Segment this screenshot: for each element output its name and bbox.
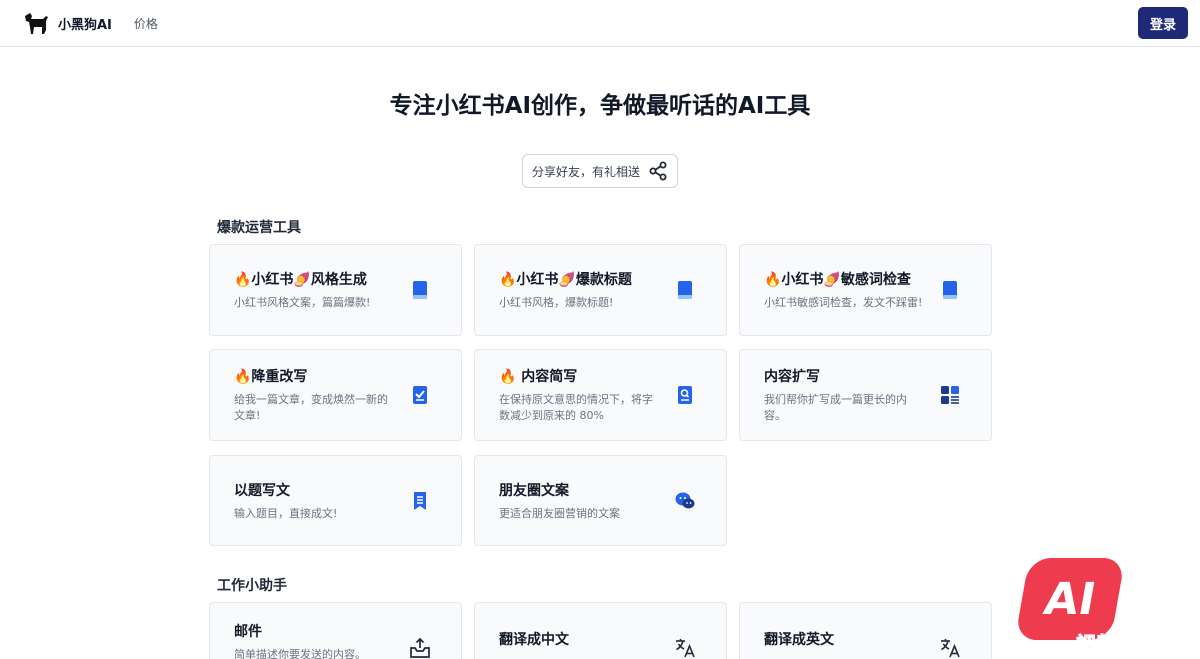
card-desc: 更适合朋友圈营销的文案 <box>499 506 620 520</box>
tool-card-rewrite[interactable]: 🔥降重改写 给我一篇文章，变成焕然一新的文章! <box>209 349 462 441</box>
card-title: 翻译成中文 <box>499 632 569 648</box>
card-title: 内容扩写 <box>764 369 820 385</box>
black-dog-logo-icon <box>25 13 48 34</box>
brand[interactable]: 小黑狗AI <box>22 10 112 36</box>
card-title: 翻译成英文 <box>764 632 834 648</box>
translate-icon <box>676 639 695 658</box>
card-desc: 简单描述你要发送的内容。 <box>234 648 366 659</box>
tool-card-email[interactable]: 邮件 简单描述你要发送的内容。 <box>209 602 462 659</box>
tool-card-translate-zh[interactable]: 翻译成中文 <box>474 602 727 659</box>
section-title-hot-tools: 爆款运营工具 <box>217 220 301 236</box>
card-title: 🔥降重改写 <box>234 369 308 385</box>
card-desc: 在保持原文意思的情况下，将字数减少到原来的 80% <box>499 393 653 422</box>
card-title: 🔥小红书🍠爆款标题 <box>499 272 632 288</box>
chat-bubbles-icon <box>675 492 695 508</box>
book-icon <box>413 281 427 299</box>
card-desc: 给我一篇文章，变成焕然一新的文章! <box>234 393 388 422</box>
tool-card-moments[interactable]: 朋友圈文案 更适合朋友圈营销的文案 <box>474 455 727 546</box>
card-desc: 输入题目，直接成文! <box>234 506 338 520</box>
tool-card-xhs-title[interactable]: 🔥小红书🍠爆款标题 小红书风格，爆款标题! <box>474 244 727 336</box>
watermark-text: 视频贴吧 <box>1076 632 1157 657</box>
page-title: 专注小红书AI创作，争做最听话的AI工具 <box>389 93 811 119</box>
tool-card-translate-en[interactable]: 翻译成英文 <box>739 602 992 659</box>
card-title: 🔥小红书🍠风格生成 <box>234 272 367 288</box>
tool-card-condense[interactable]: 🔥 内容简写 在保持原文意思的情况下，将字数减少到原来的 80% <box>474 349 727 441</box>
top-navbar: 小黑狗AI 价格 登录 <box>0 0 1200 47</box>
nav-link-pricing[interactable]: 价格 <box>134 15 158 32</box>
card-desc: 小红书敏感词检查，发文不踩雷! <box>764 296 923 309</box>
section-title-work-assistant: 工作小助手 <box>217 578 287 594</box>
card-desc: 我们帮你扩写成一篇更长的内容。 <box>764 393 907 422</box>
card-desc: 小红书风格文案，篇篇爆款! <box>234 296 371 309</box>
share-label: 分享好友，有礼相送 <box>531 164 640 179</box>
share-icon <box>649 161 667 181</box>
bookmark-doc-icon <box>414 491 426 510</box>
tool-card-topic-write[interactable]: 以题写文 输入题目，直接成文! <box>209 455 462 546</box>
card-title: 🔥小红书🍠敏感词检查 <box>764 272 911 288</box>
watermark-logo: AI 视频贴吧 <box>1014 558 1172 659</box>
login-button[interactable]: 登录 <box>1138 7 1188 39</box>
book-icon <box>678 281 692 299</box>
tool-card-expand[interactable]: 内容扩写 我们帮你扩写成一篇更长的内容。 <box>739 349 992 441</box>
inbox-upload-icon <box>410 637 430 658</box>
brand-name: 小黑狗AI <box>58 17 112 33</box>
document-search-icon <box>678 386 692 404</box>
translate-icon <box>941 639 960 658</box>
book-icon <box>943 281 957 299</box>
grid-list-icon <box>941 386 959 404</box>
tool-card-xhs-sensitive[interactable]: 🔥小红书🍠敏感词检查 小红书敏感词检查，发文不踩雷! <box>739 244 992 336</box>
card-desc: 小红书风格，爆款标题! <box>499 296 614 309</box>
tool-card-xhs-style[interactable]: 🔥小红书🍠风格生成 小红书风格文案，篇篇爆款! <box>209 244 462 336</box>
card-title: 邮件 <box>234 624 262 640</box>
card-title: 朋友圈文案 <box>499 482 569 499</box>
card-title: 以题写文 <box>234 482 290 499</box>
share-button[interactable]: 分享好友，有礼相送 <box>522 154 678 188</box>
clipboard-check-icon <box>413 386 427 404</box>
card-title: 🔥 内容简写 <box>499 369 578 385</box>
